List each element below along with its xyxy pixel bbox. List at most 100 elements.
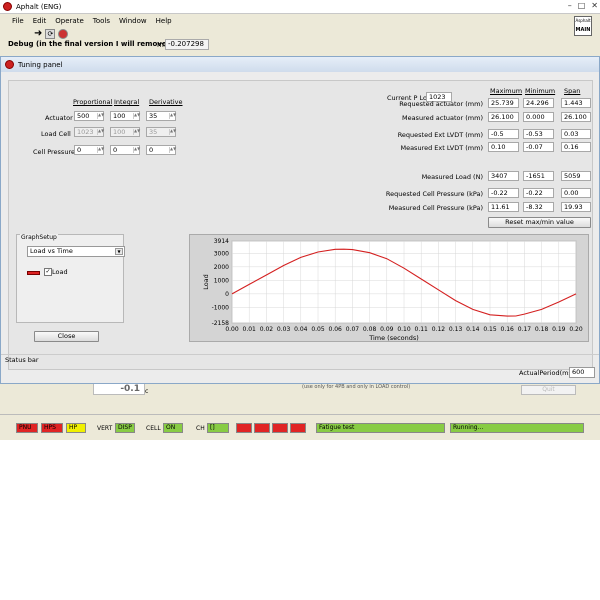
x-tick-label: 0.02 xyxy=(260,326,274,333)
chart-svg: 0.00 0.01 0.02 0.03 0.04 0.05 0.06 0.07 0.08 0.09… xyxy=(202,238,583,342)
reset-max-min-button[interactable]: Reset max/min value xyxy=(488,217,591,228)
menu-operate[interactable]: Operate xyxy=(55,17,83,25)
run-continuous-icon[interactable]: ⟳ xyxy=(45,28,56,39)
x-tick-label: 0.10 xyxy=(397,326,411,333)
stat-span-value: 0.00 xyxy=(561,188,591,198)
stat-label: Measured Ext LVDT (mm) xyxy=(400,144,483,152)
x-tick-label: 0.12 xyxy=(432,326,446,333)
header-derivative: Derivative xyxy=(149,98,183,106)
toolbar: ➜ ⟳ xyxy=(0,27,600,40)
graph-setup-title: GraphSetup xyxy=(20,234,58,241)
header-proportional: Proportional xyxy=(73,98,113,106)
header-maximum: Maximum xyxy=(490,87,523,95)
actuator-integral-input[interactable]: 100 ▲▼ xyxy=(110,111,140,121)
stat-max-value: -0.22 xyxy=(488,188,519,198)
spin-icon: ▲▼ xyxy=(133,112,141,119)
stat-label: Requested Ext LVDT (mm) xyxy=(397,131,483,139)
header-minimum: Minimum xyxy=(525,87,556,95)
x-tick-label: 0.08 xyxy=(363,326,377,333)
x-tick-label: 0.01 xyxy=(243,326,257,333)
y-tick-label: -2158 xyxy=(212,320,230,327)
tuning-titlebar: Tuning panel xyxy=(1,57,599,72)
fatigue-status: Fatigue test xyxy=(316,423,445,433)
x-tick-label: 0.19 xyxy=(552,326,566,333)
red-indicator-4 xyxy=(290,423,306,433)
main-titlebar: Aphalt (ENG) – □ ✕ xyxy=(0,0,600,14)
graph-select[interactable]: Load vs Time ▼ xyxy=(27,246,125,257)
stat-label: Requested Cell Pressure (kPa) xyxy=(385,190,483,198)
header-integral: Integral xyxy=(114,98,140,106)
close-icon[interactable]: ✕ xyxy=(591,1,598,10)
menu-bar: File Edit Operate Tools Window Help xyxy=(0,15,600,27)
loadcell-integral-input: 100 ▲▼ xyxy=(110,127,140,137)
stat-span-value: 26.100 xyxy=(561,112,591,122)
spin-icon: ▲▼ xyxy=(169,146,177,153)
behind-note: (use only for 4PB and only in LOAD contr… xyxy=(302,384,411,390)
m-value: -0.207298 xyxy=(165,39,209,50)
y-axis-label: Load xyxy=(202,274,210,290)
cellpressure-proportional-input[interactable]: 0 ▲▼ xyxy=(74,145,104,155)
x-tick-label: 0.07 xyxy=(346,326,360,333)
x-tick-label: 0.14 xyxy=(466,326,480,333)
x-tick-label: 0.16 xyxy=(501,326,515,333)
red-indicator-2 xyxy=(254,423,270,433)
stat-max-value: 25.739 xyxy=(488,98,519,108)
cellpressure-derivative-input[interactable]: 0 ▲▼ xyxy=(146,145,176,155)
minimize-icon[interactable]: – xyxy=(568,1,572,10)
y-tick-label: 3914 xyxy=(214,238,229,245)
stat-min-value: 24.296 xyxy=(523,98,554,108)
menu-file[interactable]: File xyxy=(12,17,24,25)
menu-help[interactable]: Help xyxy=(156,17,172,25)
spin-icon: ▲▼ xyxy=(97,112,105,119)
abort-icon[interactable] xyxy=(58,28,69,39)
x-tick-label: 0.09 xyxy=(380,326,394,333)
spin-icon: ▲▼ xyxy=(97,146,105,153)
loadcell-derivative-input: 35 ▲▼ xyxy=(146,127,176,137)
cell-label: CELL xyxy=(146,425,161,432)
spin-icon: ▲▼ xyxy=(169,128,177,135)
stat-label: Measured Load (N) xyxy=(421,173,483,181)
stat-max-value: 0.10 xyxy=(488,142,519,152)
running-status: Running... xyxy=(450,423,584,433)
run-arrow-icon[interactable]: ➜ xyxy=(34,28,42,39)
separator xyxy=(0,414,600,415)
stat-min-value: -0.07 xyxy=(523,142,554,152)
menu-window[interactable]: Window xyxy=(119,17,147,25)
menu-edit[interactable]: Edit xyxy=(33,17,47,25)
x-axis-label: Time (seconds) xyxy=(368,334,419,342)
graph-select-value: Load vs Time xyxy=(30,247,73,255)
loadcell-proportional-input: 1023 ▲▼ xyxy=(74,127,104,137)
stat-min-value: 0.000 xyxy=(523,112,554,122)
actuator-derivative-input[interactable]: 35 ▲▼ xyxy=(146,111,176,121)
hp-indicator: HP xyxy=(66,423,86,433)
tuning-panel: Tuning panel Proportional Integral Deriv… xyxy=(0,56,600,384)
behind-value: -0.1 xyxy=(93,383,145,395)
red-indicator-1 xyxy=(236,423,252,433)
stat-max-value: 11.61 xyxy=(488,202,519,212)
stat-min-value: -0.53 xyxy=(523,129,554,139)
actual-period-value: 600 xyxy=(569,367,595,378)
x-tick-label: 0.03 xyxy=(277,326,291,333)
legend-label: Load xyxy=(52,268,68,276)
quit-button[interactable]: Quit xyxy=(521,385,576,395)
debug-label: Debug (in the final version I will remov… xyxy=(8,40,178,48)
cellpressure-integral-input[interactable]: 0 ▲▼ xyxy=(110,145,140,155)
menu-tools[interactable]: Tools xyxy=(93,17,110,25)
maximize-icon[interactable]: □ xyxy=(578,1,586,10)
status-bar-text: Status bar xyxy=(5,356,39,364)
legend-checkbox[interactable]: ✓ xyxy=(44,268,52,276)
hps-indicator: HPS xyxy=(41,423,63,433)
chevron-down-icon[interactable]: ▼ xyxy=(115,248,123,255)
app-icon xyxy=(3,2,12,11)
actuator-proportional-input[interactable]: 500 ▲▼ xyxy=(74,111,104,121)
logo-text: Asphalt xyxy=(575,18,591,23)
close-button[interactable]: Close xyxy=(34,331,99,342)
stat-min-value: -1651 xyxy=(523,171,554,181)
ch-label: CH xyxy=(196,425,205,432)
stat-max-value: 3407 xyxy=(488,171,519,181)
stat-label: Requested actuator (mm) xyxy=(399,100,483,108)
spin-icon: ▲▼ xyxy=(97,128,105,135)
x-tick-label: 0.05 xyxy=(311,326,325,333)
stat-max-value: 26.100 xyxy=(488,112,519,122)
stat-label: Measured actuator (mm) xyxy=(401,114,483,122)
